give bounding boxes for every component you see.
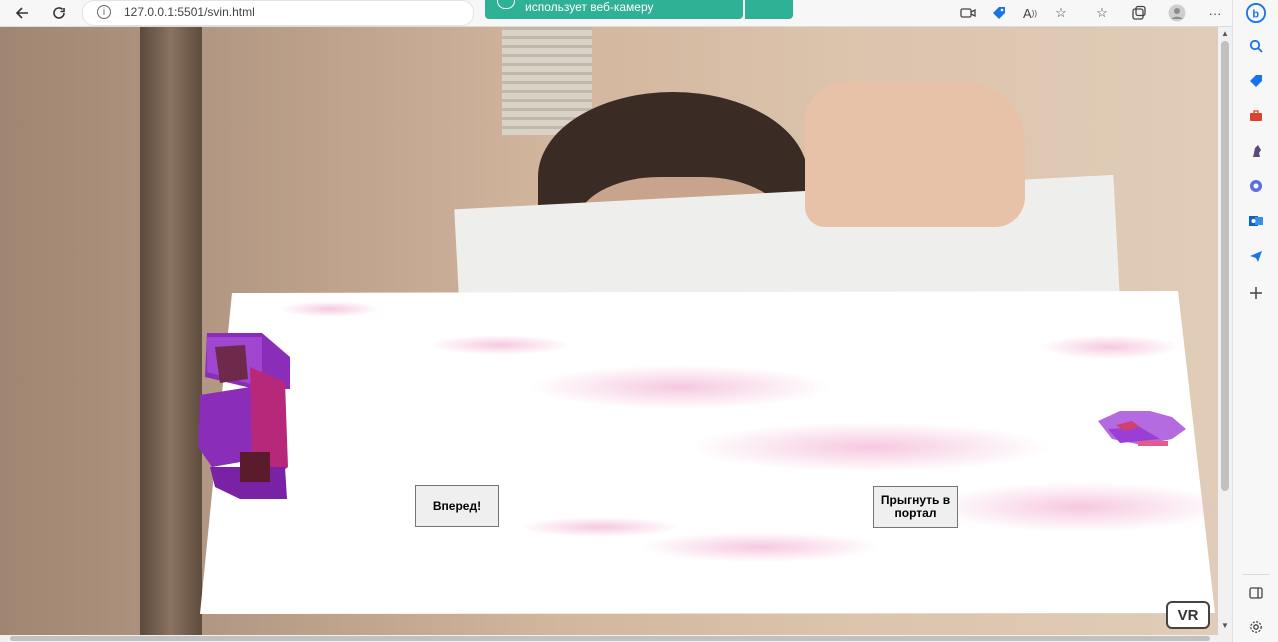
profile-avatar-icon[interactable] — [1167, 3, 1187, 23]
voxel-pig-large — [198, 333, 290, 499]
collections-icon[interactable] — [1129, 3, 1149, 23]
bing-chat-icon[interactable]: b — [1246, 3, 1266, 23]
camera-in-use-banner[interactable]: использует веб-камеру — [485, 0, 743, 19]
coupon-tag-icon[interactable] — [989, 3, 1009, 23]
scroll-up-icon[interactable]: ▲ — [1221, 29, 1229, 38]
site-info-icon[interactable]: i — [97, 5, 111, 19]
settings-gear-icon[interactable] — [1246, 617, 1266, 637]
sidebar-layout-icon[interactable] — [1246, 583, 1266, 603]
vertical-scroll-thumb[interactable] — [1221, 41, 1229, 491]
ar-viewport: Вперед! Прыгнуть в портал VR — [0, 27, 1218, 635]
favorite-add-icon[interactable]: ☆ — [1051, 3, 1071, 23]
games-chess-icon[interactable] — [1246, 141, 1266, 161]
vr-button[interactable]: VR — [1166, 601, 1210, 629]
microsoft-365-icon[interactable] — [1246, 176, 1266, 196]
edge-sidebar: b — [1232, 0, 1278, 642]
url-text: 127.0.0.1:5501/svin.html — [124, 5, 255, 19]
sidebar-divider — [1243, 574, 1269, 575]
camera-user-icon — [497, 0, 515, 9]
search-icon[interactable] — [1246, 36, 1266, 56]
favorites-icon[interactable]: ☆ — [1092, 3, 1112, 23]
camera-banner-text: использует веб-камеру — [525, 0, 654, 14]
shopping-tag-icon[interactable] — [1246, 71, 1266, 91]
forward-button[interactable]: Вперед! — [415, 485, 499, 527]
tools-toolbox-icon[interactable] — [1246, 106, 1266, 126]
browser-toolbar: i 127.0.0.1:5501/svin.html использует ве… — [0, 0, 1278, 27]
outlook-icon[interactable] — [1246, 211, 1266, 231]
vertical-scrollbar[interactable]: ▲ ▼ — [1218, 27, 1232, 635]
add-sidebar-app-icon[interactable] — [1246, 283, 1266, 303]
reload-icon[interactable] — [48, 2, 70, 24]
address-bar[interactable]: i 127.0.0.1:5501/svin.html — [82, 0, 474, 26]
camera-banner-action[interactable] — [745, 0, 793, 19]
horizontal-scroll-thumb[interactable] — [10, 636, 1210, 641]
camera-icon[interactable] — [958, 3, 978, 23]
svg-text:b: b — [1252, 9, 1259, 21]
more-menu-icon[interactable]: ··· — [1205, 3, 1225, 23]
scroll-down-icon[interactable]: ▼ — [1221, 621, 1229, 630]
jump-portal-button[interactable]: Прыгнуть в портал — [873, 486, 958, 528]
ar-plane-layer — [198, 291, 1218, 614]
drop-send-icon[interactable] — [1246, 246, 1266, 266]
back-icon[interactable] — [11, 2, 33, 24]
read-aloud-icon[interactable]: A)) — [1020, 3, 1040, 23]
horizontal-scrollbar[interactable] — [0, 635, 1232, 642]
